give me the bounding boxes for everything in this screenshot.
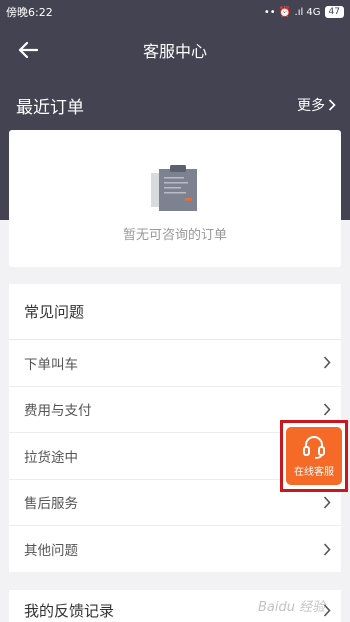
- headset-icon: [303, 435, 325, 459]
- faq-item-label: 售后服务: [24, 496, 78, 513]
- signal-indicators: •• ⏰ .ıl 4G: [263, 6, 321, 18]
- empty-clipboard-icon: [151, 165, 197, 211]
- more-label: 更多: [297, 98, 325, 114]
- online-service-highlight: 在线客服: [280, 420, 348, 492]
- more-orders-link[interactable]: 更多: [297, 95, 336, 115]
- chevron-right-icon: [323, 356, 331, 369]
- recent-orders-header: 最近订单 更多: [0, 90, 350, 120]
- chevron-right-icon: [323, 496, 331, 509]
- faq-item-label: 费用与支付: [24, 403, 92, 420]
- baidu-watermark: Baidu 经验: [258, 600, 326, 615]
- status-bar: 傍晚6:22 •• ⏰ .ıl 4G 47: [0, 0, 350, 24]
- feedback-label: 我的反馈记录: [24, 601, 115, 620]
- chevron-right-icon: [328, 99, 336, 111]
- online-service-label: 在线客服: [294, 466, 334, 478]
- status-time: 傍晚6:22: [6, 6, 53, 19]
- status-indicators: •• ⏰ .ıl 4G 47: [264, 6, 344, 18]
- battery-icon: 47: [324, 6, 344, 18]
- recent-orders-card: 暂无可咨询的订单: [9, 130, 341, 267]
- chevron-right-icon: [323, 403, 331, 416]
- page-title: 客服中心: [142, 42, 207, 61]
- recent-orders-title: 最近订单: [16, 97, 84, 118]
- arrow-left-icon: [18, 41, 38, 59]
- faq-item-ordering[interactable]: 下单叫车: [9, 340, 341, 387]
- faq-title: 常见问题: [9, 284, 341, 340]
- online-service-button[interactable]: 在线客服: [286, 427, 342, 485]
- faq-item-label: 其他问题: [24, 543, 78, 560]
- faq-item-label: 下单叫车: [24, 356, 78, 373]
- faq-item-label: 拉货途中: [24, 449, 78, 466]
- chevron-right-icon: [323, 543, 331, 556]
- back-button[interactable]: [14, 36, 42, 64]
- faq-item-other[interactable]: 其他问题: [9, 526, 341, 573]
- nav-bar: 客服中心: [0, 24, 350, 76]
- empty-orders-text: 暂无可咨询的订单: [122, 228, 227, 243]
